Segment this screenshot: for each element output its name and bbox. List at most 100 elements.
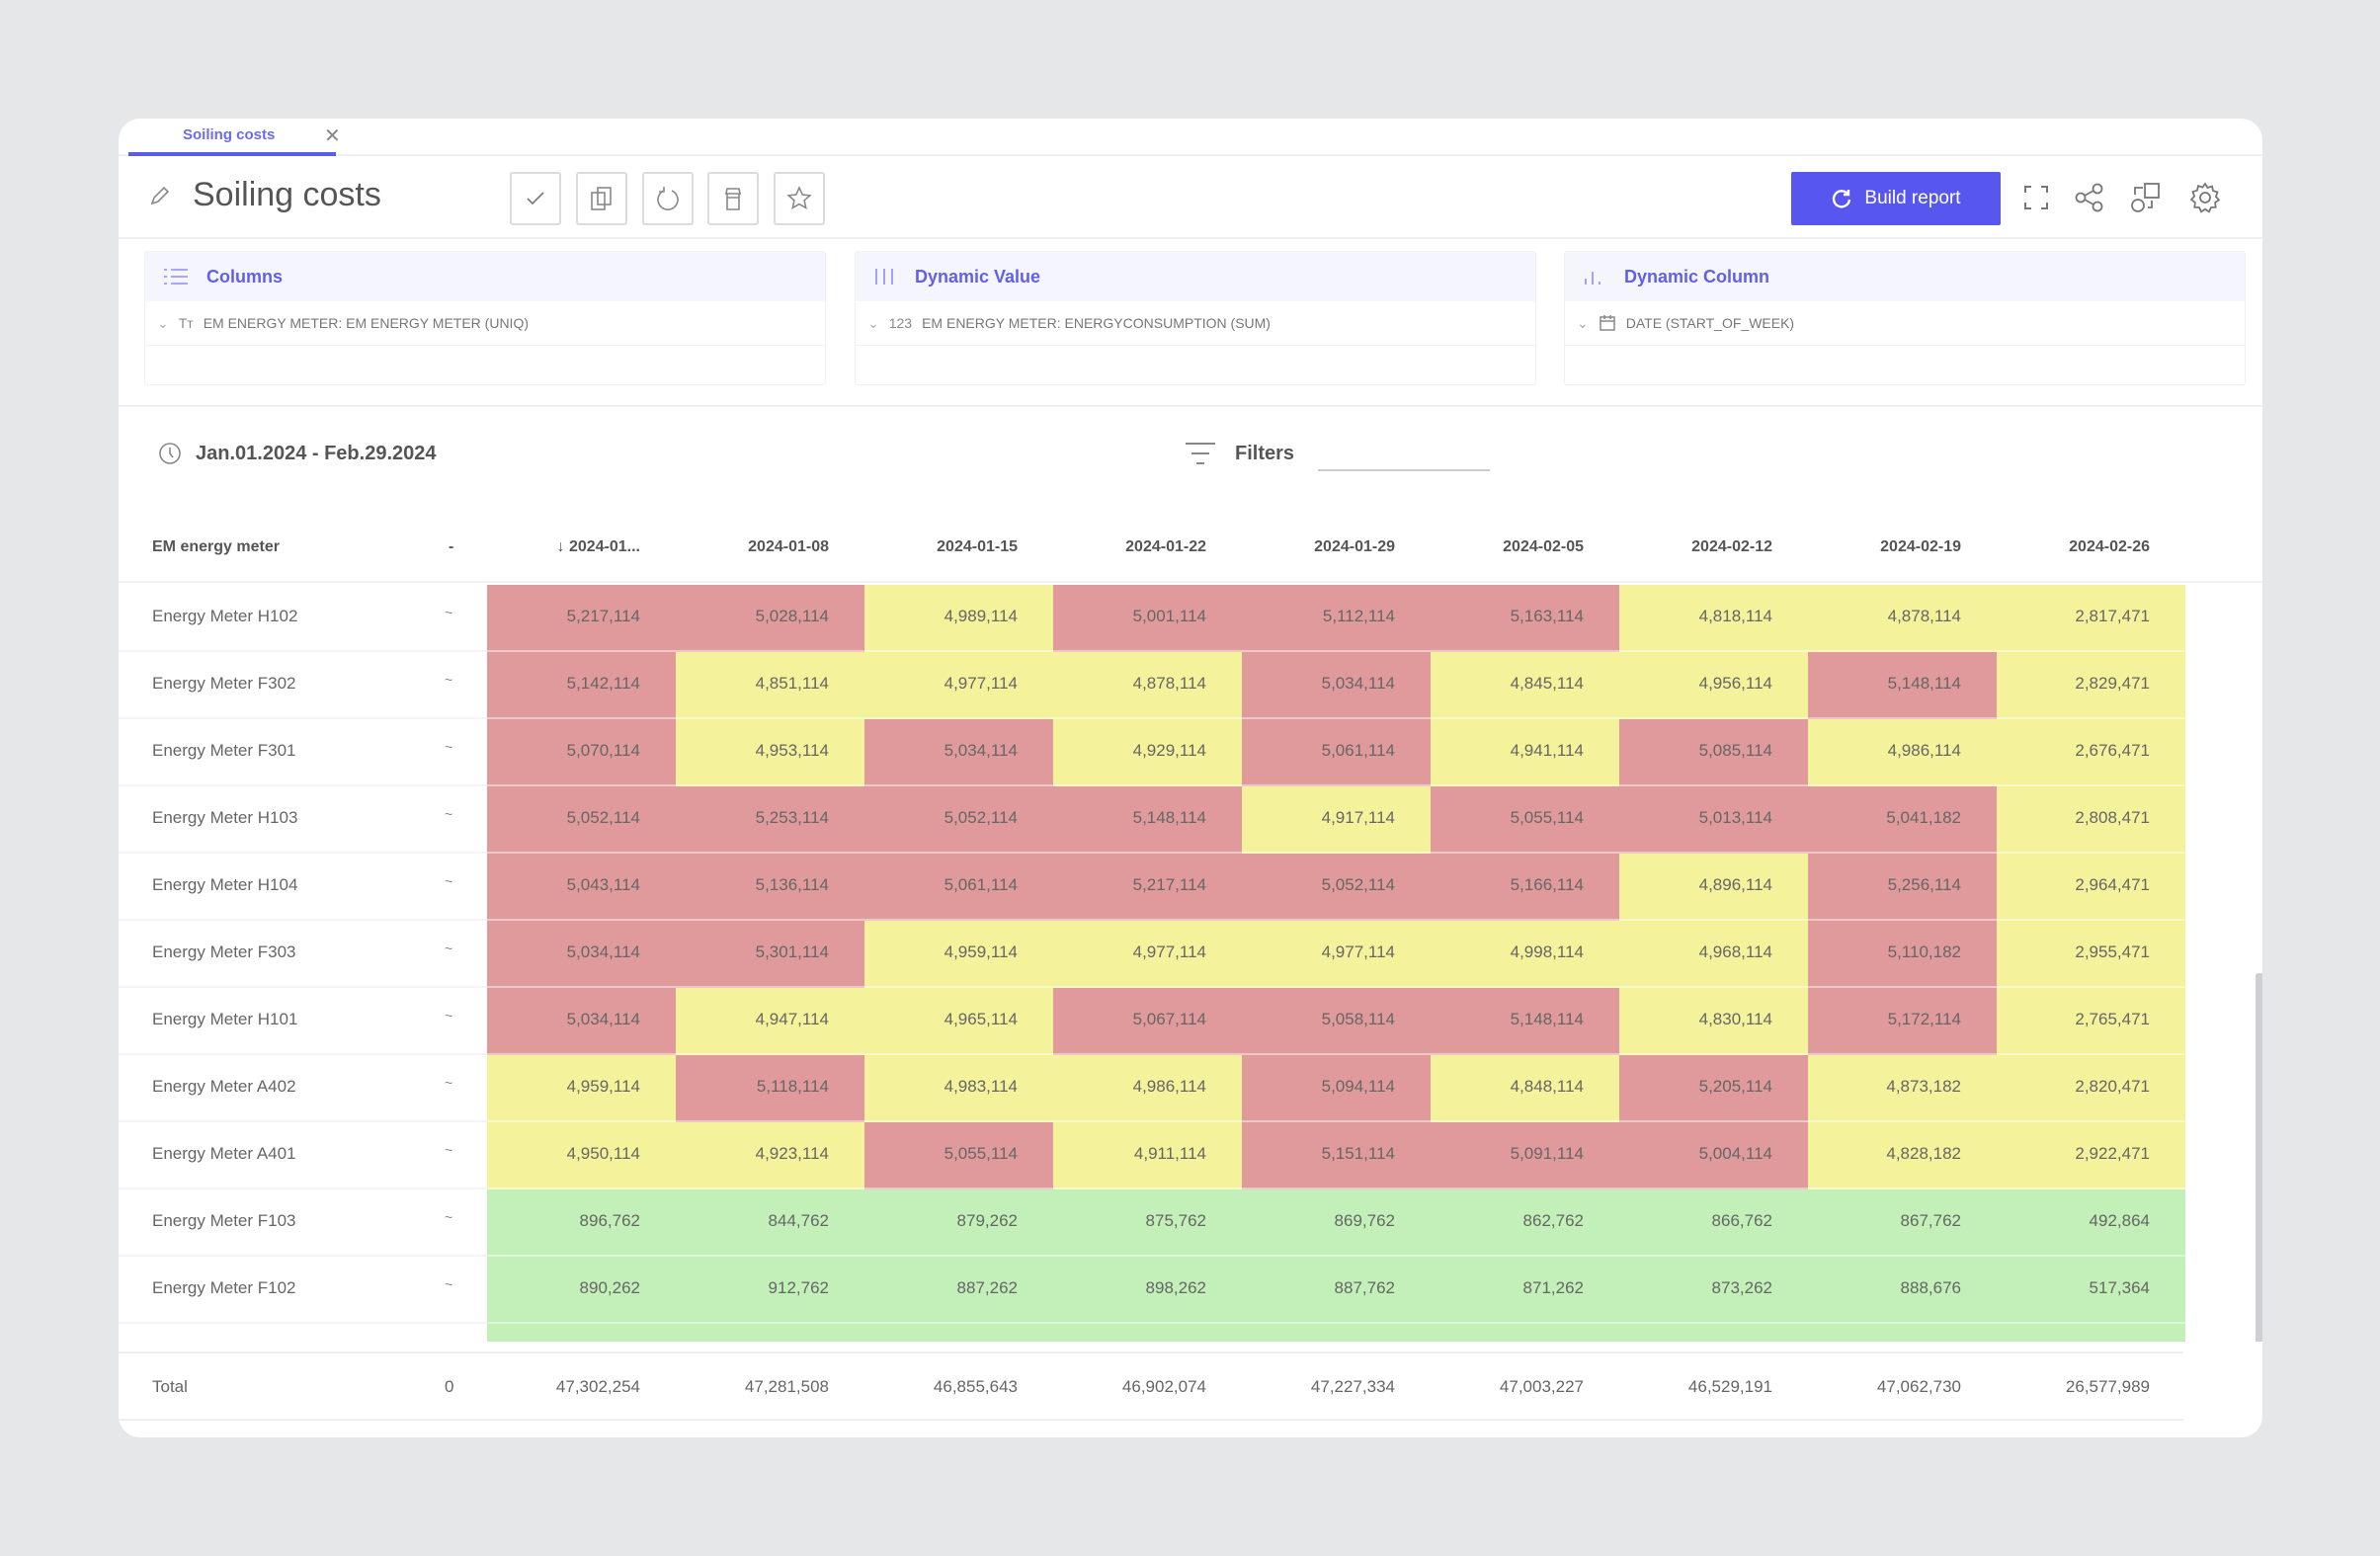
table-cell[interactable]	[1619, 1324, 1808, 1342]
table-cell[interactable]: 4,873,182	[1808, 1055, 1997, 1122]
table-cell[interactable]: 5,052,114	[1242, 854, 1431, 921]
table-cell[interactable]: 5,085,114	[1619, 719, 1808, 786]
table-cell[interactable]: 4,923,114	[676, 1122, 864, 1189]
table-cell[interactable]: 517,364	[1997, 1257, 2185, 1324]
vertical-scrollbar[interactable]	[2256, 973, 2262, 1342]
table-row[interactable]: Energy Meter A401 ~4,950,114 4,923,114 5,05…	[119, 1122, 2185, 1189]
table-cell[interactable]	[1053, 1324, 1242, 1342]
column-header[interactable]: 2024-02-26	[1997, 538, 2150, 556]
table-cell[interactable]	[1242, 1324, 1431, 1342]
table-cell[interactable]: 5,043,114	[487, 854, 676, 921]
table-cell[interactable]: 867,762	[1808, 1189, 1997, 1257]
table-cell[interactable]	[1808, 1324, 1997, 1342]
table-cell[interactable]: 5,163,114	[1431, 585, 1619, 652]
table-cell[interactable]: 4,929,114	[1053, 719, 1242, 786]
table-cell[interactable]: 4,911,114	[1053, 1122, 1242, 1189]
table-cell[interactable]: 4,959,114	[487, 1055, 676, 1122]
column-header[interactable]: 2024-01-08	[676, 538, 829, 556]
table-cell[interactable]: 2,765,471	[1997, 988, 2185, 1055]
table-cell[interactable]: 5,052,114	[864, 786, 1053, 854]
table-cell[interactable]: 888,676	[1808, 1257, 1997, 1324]
table-cell[interactable]: 896,762	[487, 1189, 676, 1257]
table-cell[interactable]: 5,013,114	[1619, 786, 1808, 854]
table-cell[interactable]: 5,205,114	[1619, 1055, 1808, 1122]
chevron-down-icon[interactable]: ⌄	[1577, 315, 1589, 332]
row-header[interactable]: EM energy meter	[152, 538, 280, 556]
table-cell[interactable]: 869,762	[1242, 1189, 1431, 1257]
column-header[interactable]: 2024-01-22	[1053, 538, 1206, 556]
table-cell[interactable]: 2,820,471	[1997, 1055, 2185, 1122]
table-cell[interactable]: 4,941,114	[1431, 719, 1619, 786]
table-cell[interactable]: 5,148,114	[1808, 652, 1997, 719]
close-tab-icon[interactable]: ✕	[324, 123, 341, 148]
table-row[interactable]: Energy Meter F302 ~5,142,114 4,851,114 4,97…	[119, 652, 2185, 719]
table-cell[interactable]: 873,262	[1619, 1257, 1808, 1324]
table-cell[interactable]: 5,217,114	[487, 585, 676, 652]
table-cell[interactable]: 5,217,114	[1053, 854, 1242, 921]
table-cell[interactable]: 5,034,114	[864, 719, 1053, 786]
table-cell[interactable]: 5,172,114	[1808, 988, 1997, 1055]
table-row[interactable]: Energy Meter A402 ~4,959,114 5,118,114 4,98…	[119, 1055, 2185, 1122]
table-cell[interactable]: 5,118,114	[676, 1055, 864, 1122]
chevron-down-icon[interactable]: ⌄	[867, 315, 879, 332]
table-cell[interactable]: 2,817,471	[1997, 585, 2185, 652]
table-cell[interactable]: 5,034,114	[1242, 652, 1431, 719]
table-cell[interactable]: 5,041,182	[1808, 786, 1997, 854]
table-cell[interactable]: 5,301,114	[676, 921, 864, 988]
table-cell[interactable]: 5,094,114	[1242, 1055, 1431, 1122]
column-header[interactable]: 2024-01-29	[1242, 538, 1395, 556]
table-cell[interactable]: 5,112,114	[1242, 585, 1431, 652]
table-cell[interactable]: 4,986,114	[1053, 1055, 1242, 1122]
table-cell[interactable]: 2,808,471	[1997, 786, 2185, 854]
table-cell[interactable]: 4,878,114	[1808, 585, 1997, 652]
table-cell[interactable]: 2,676,471	[1997, 719, 2185, 786]
table-row[interactable]: Energy Meter F103 ~896,762 844,762 879,262 8…	[119, 1189, 2185, 1257]
table-cell[interactable]: 2,922,471	[1997, 1122, 2185, 1189]
table-row[interactable]: Energy Meter H104 ~5,043,114 5,136,114 5,06…	[119, 854, 2185, 921]
table-cell[interactable]: 4,953,114	[676, 719, 864, 786]
table-cell[interactable]: 2,964,471	[1997, 854, 2185, 921]
table-cell[interactable]: 5,136,114	[676, 854, 864, 921]
build-report-button[interactable]: Build report	[1791, 172, 2001, 225]
table-cell[interactable]: 2,955,471	[1997, 921, 2185, 988]
table-cell[interactable]: 5,028,114	[676, 585, 864, 652]
table-cell[interactable]: 5,253,114	[676, 786, 864, 854]
table-row[interactable]: Energy Meter F303 ~5,034,114 5,301,114 4,95…	[119, 921, 2185, 988]
table-cell[interactable]: 5,151,114	[1242, 1122, 1431, 1189]
table-cell[interactable]	[1431, 1324, 1619, 1342]
table-cell[interactable]: 866,762	[1619, 1189, 1808, 1257]
table-cell[interactable]: 5,070,114	[487, 719, 676, 786]
column-header[interactable]: 2024-02-12	[1619, 538, 1772, 556]
favorite-button[interactable]	[774, 172, 825, 225]
table-cell[interactable]: 4,950,114	[487, 1122, 676, 1189]
table-cell[interactable]: 4,998,114	[1431, 921, 1619, 988]
table-cell[interactable]: 4,845,114	[1431, 652, 1619, 719]
column-header[interactable]: 2024-02-19	[1808, 538, 1961, 556]
table-cell[interactable]	[1997, 1324, 2185, 1342]
table-cell[interactable]: 4,977,114	[864, 652, 1053, 719]
table-cell[interactable]: 844,762	[676, 1189, 864, 1257]
table-cell[interactable]: 871,262	[1431, 1257, 1619, 1324]
table-cell[interactable]: 4,977,114	[1053, 921, 1242, 988]
table-cell[interactable]: 2,829,471	[1997, 652, 2185, 719]
page-title[interactable]: Soiling costs	[193, 176, 381, 214]
table-cell[interactable]: 5,058,114	[1242, 988, 1431, 1055]
transform-button[interactable]	[2126, 178, 2166, 217]
pencil-icon[interactable]	[148, 184, 172, 207]
table-cell[interactable]: 5,034,114	[487, 988, 676, 1055]
table-cell[interactable]: 5,091,114	[1431, 1122, 1619, 1189]
table-cell[interactable]: 5,256,114	[1808, 854, 1997, 921]
table-cell[interactable]: 5,001,114	[1053, 585, 1242, 652]
reset-button[interactable]	[642, 172, 694, 225]
table-cell[interactable]: 5,148,114	[1053, 786, 1242, 854]
table-cell[interactable]: 890,262	[487, 1257, 676, 1324]
table-cell[interactable]: 4,977,114	[1242, 921, 1431, 988]
table-cell[interactable]: 879,262	[864, 1189, 1053, 1257]
table-cell[interactable]: 887,762	[1242, 1257, 1431, 1324]
tab-soiling-costs[interactable]: Soiling costs ✕	[128, 119, 341, 156]
table-cell[interactable]: 4,917,114	[1242, 786, 1431, 854]
delete-button[interactable]	[707, 172, 759, 225]
table-row[interactable]: Energy Meter H103 ~5,052,114 5,253,114 5,05…	[119, 786, 2185, 854]
columns-field[interactable]: ⌄ Tт EM ENERGY METER: EM ENERGY METER (U…	[145, 301, 825, 346]
table-cell[interactable]: 5,110,182	[1808, 921, 1997, 988]
